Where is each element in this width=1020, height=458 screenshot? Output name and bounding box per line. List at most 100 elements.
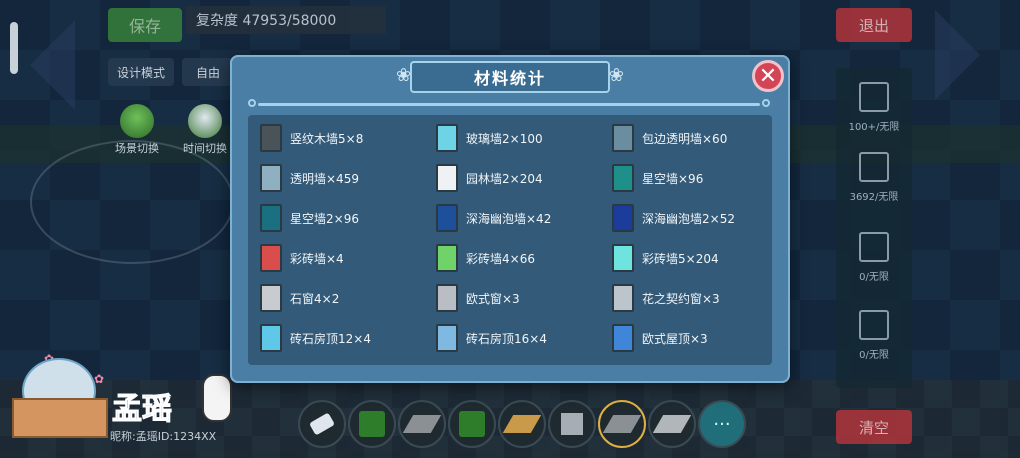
right-panel-count: 0/无限 bbox=[859, 272, 889, 283]
door-slot-icon bbox=[859, 232, 889, 262]
eraser-icon bbox=[308, 412, 336, 436]
stone-block-icon bbox=[561, 413, 583, 435]
right-panel-count: 3692/无限 bbox=[849, 192, 899, 203]
grid-slot-icon bbox=[859, 152, 889, 182]
material-label: 透明墙×459 bbox=[290, 171, 359, 186]
close-button[interactable]: ✕ bbox=[752, 60, 784, 92]
material-label: 欧式窗×3 bbox=[466, 291, 520, 306]
flower-window-icon bbox=[612, 284, 634, 312]
grass-block-tool[interactable] bbox=[448, 400, 496, 448]
transparent-wall-icon bbox=[260, 164, 282, 192]
material-item: 园林墙2×204 bbox=[436, 163, 543, 193]
material-label: 玻璃墙2×100 bbox=[466, 131, 543, 146]
material-item: 砖石房顶12×4 bbox=[260, 323, 371, 353]
garden-wall-icon bbox=[436, 164, 458, 192]
green-brick-wall-icon bbox=[436, 244, 458, 272]
material-item: 彩砖墙4×66 bbox=[436, 243, 535, 273]
material-label: 星空墙2×96 bbox=[290, 211, 359, 226]
right-panel-item[interactable]: 0/无限 bbox=[836, 310, 912, 361]
material-item: 透明墙×459 bbox=[260, 163, 359, 193]
creator-watermark: ✿ ✿ 孟瑶 昵称:孟瑶ID:1234XX bbox=[4, 352, 234, 452]
brick-roof-cone-icon bbox=[260, 324, 282, 352]
flower-icon: ✿ bbox=[94, 372, 105, 386]
grass-block-tool[interactable] bbox=[348, 400, 396, 448]
red-brick-wall-icon bbox=[260, 244, 282, 272]
material-label: 园林墙2×204 bbox=[466, 171, 543, 186]
design-mode-button[interactable]: 设计模式 bbox=[108, 58, 174, 86]
material-item: 星空墙2×96 bbox=[260, 203, 359, 233]
right-panel-item[interactable]: 0/无限 bbox=[836, 232, 912, 283]
material-label: 砖石房顶12×4 bbox=[290, 331, 371, 346]
stone-slab-icon bbox=[602, 415, 642, 433]
material-label: 深海幽泡墙×42 bbox=[466, 211, 552, 226]
time-switch-button[interactable]: 时间切换 bbox=[176, 104, 234, 160]
material-item: 深海幽泡墙×42 bbox=[436, 203, 551, 233]
material-item: 深海幽泡墙2×52 bbox=[612, 203, 735, 233]
ornament-left-icon: ❀ bbox=[396, 65, 412, 86]
material-label: 包边透明墙×60 bbox=[642, 131, 728, 146]
wood-floor-tool[interactable] bbox=[498, 400, 546, 448]
stone-slab-tool[interactable] bbox=[398, 400, 446, 448]
more-tools-button[interactable]: ··· bbox=[698, 400, 746, 448]
material-item: 石窗4×2 bbox=[260, 283, 339, 313]
european-window-icon bbox=[436, 284, 458, 312]
deep-sea-wall-2-icon bbox=[612, 204, 634, 232]
ornament-right-icon: ❀ bbox=[608, 65, 624, 86]
close-icon: ✕ bbox=[758, 63, 778, 89]
stone-block-tool[interactable] bbox=[548, 400, 596, 448]
deep-sea-wall-icon bbox=[436, 204, 458, 232]
material-label: 花之契约窗×3 bbox=[642, 291, 720, 306]
dialog-divider bbox=[248, 99, 770, 107]
material-label: 彩砖墙5×204 bbox=[642, 251, 719, 266]
right-panel-count: 100+/无限 bbox=[848, 122, 900, 133]
material-label: 欧式屋顶×3 bbox=[642, 331, 708, 346]
material-item: 彩砖墙×4 bbox=[260, 243, 344, 273]
dialog-title: 材料统计 bbox=[473, 69, 546, 88]
exit-button[interactable]: 退出 bbox=[836, 8, 912, 42]
side-drawer-handle[interactable] bbox=[10, 22, 18, 74]
stone-slab-icon bbox=[402, 415, 442, 433]
stone-slab-tool[interactable] bbox=[648, 400, 696, 448]
scene-switch-button[interactable]: 场景切换 bbox=[108, 104, 166, 160]
scene-switch-label: 场景切换 bbox=[115, 142, 159, 155]
right-panel-count: 0/无限 bbox=[859, 350, 889, 361]
dialog-header: ❀ 材料统计 ❀ ✕ bbox=[230, 55, 790, 97]
material-label: 深海幽泡墙2×52 bbox=[642, 211, 735, 226]
free-mode-button[interactable]: 自由 bbox=[182, 58, 234, 86]
save-button[interactable]: 保存 bbox=[108, 8, 182, 42]
bottom-toolbar: ··· bbox=[298, 400, 746, 450]
material-label: 星空墙×96 bbox=[642, 171, 704, 186]
grass-block-icon bbox=[359, 411, 385, 437]
material-label: 彩砖墙×4 bbox=[290, 251, 344, 266]
material-label: 彩砖墙4×66 bbox=[466, 251, 535, 266]
right-panel-item[interactable]: 3692/无限 bbox=[836, 152, 912, 203]
material-item: 玻璃墙2×100 bbox=[436, 123, 543, 153]
wall-slot-icon bbox=[859, 82, 889, 112]
wood-wall-icon bbox=[260, 124, 282, 152]
starry-wall-icon bbox=[612, 164, 634, 192]
material-label: 砖石房顶16×4 bbox=[466, 331, 547, 346]
material-item: 砖石房顶16×4 bbox=[436, 323, 547, 353]
stone-slab-icon bbox=[652, 415, 692, 433]
material-item: 星空墙×96 bbox=[612, 163, 703, 193]
complexity-counter: 复杂度 47953/58000 bbox=[186, 6, 386, 34]
dialog-title-banner: ❀ 材料统计 ❀ bbox=[396, 61, 624, 93]
material-item: 竖纹木墙5×8 bbox=[260, 123, 363, 153]
clear-button[interactable]: 清空 bbox=[836, 410, 912, 444]
stone-slab-tool-selected[interactable] bbox=[598, 400, 646, 448]
wood-floor-icon bbox=[502, 415, 542, 433]
material-item: 包边透明墙×60 bbox=[612, 123, 727, 153]
material-label: 竖纹木墙5×8 bbox=[290, 131, 364, 146]
material-item: 欧式屋顶×3 bbox=[612, 323, 708, 353]
right-panel-item[interactable]: 100+/无限 bbox=[836, 82, 912, 133]
material-item: 彩砖墙5×204 bbox=[612, 243, 719, 273]
material-stats-dialog: ❀ 材料统计 ❀ ✕ 竖纹木墙5×8 玻璃墙2×100 包边透明墙×60 透明墙×45… bbox=[230, 55, 790, 383]
edged-transparent-wall-icon bbox=[612, 124, 634, 152]
material-list: 竖纹木墙5×8 玻璃墙2×100 包边透明墙×60 透明墙×459 园林墙2×204 星空… bbox=[248, 115, 772, 365]
lamp-slot-icon bbox=[859, 310, 889, 340]
cyan-brick-wall-icon bbox=[612, 244, 634, 272]
eraser-tool[interactable] bbox=[298, 400, 346, 448]
starry-wall-2-icon bbox=[260, 204, 282, 232]
material-label: 石窗4×2 bbox=[290, 291, 340, 306]
creator-id: 昵称:孟瑶ID:1234XX bbox=[110, 430, 217, 443]
